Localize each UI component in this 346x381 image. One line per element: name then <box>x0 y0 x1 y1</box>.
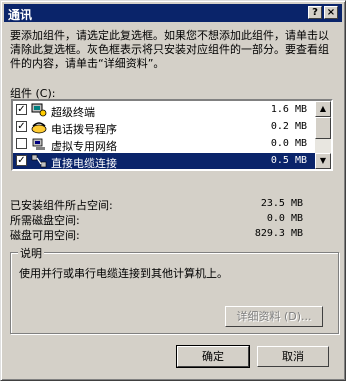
vpn-icon <box>32 138 45 150</box>
list-item-selected[interactable]: ✓ 直接电缆连接 0.5 MB <box>13 153 315 169</box>
required-space-value: 0.0 MB <box>266 213 303 224</box>
phone-dialer-icon <box>31 122 47 134</box>
list-item[interactable]: ✓ 超级终端 1.6 MB <box>13 102 315 119</box>
checkbox[interactable]: ✓ <box>16 104 27 115</box>
intro-text: 要添加组件，请选定此复选框。如果您不想添加此组件，请单击以清除此复选框。灰色框表… <box>10 29 329 70</box>
scroll-down-button[interactable]: ▼ <box>315 153 331 169</box>
terminal-icon <box>31 103 47 117</box>
scroll-thumb[interactable] <box>315 117 331 139</box>
checkbox[interactable]: ✓ <box>16 121 27 132</box>
free-space-label: 磁盘可用空间: <box>10 229 80 242</box>
cancel-button[interactable]: 取消 <box>257 346 329 367</box>
details-button[interactable]: 详细资料 (D)... <box>225 306 323 327</box>
checkbox[interactable]: ✓ <box>16 155 27 166</box>
ok-button[interactable]: 确定 <box>176 345 250 368</box>
list-item[interactable]: 虚拟专用网络 0.0 MB <box>13 136 315 153</box>
dialog-window: 通讯 ? × 要添加组件，请选定此复选框。如果您不想添加此组件，请单击以清除此复… <box>0 0 346 381</box>
component-size: 1.6 MB <box>270 104 307 115</box>
free-space-value: 829.3 MB <box>254 228 303 239</box>
direct-cable-icon <box>31 154 47 168</box>
installed-space-value: 23.5 MB <box>260 198 303 209</box>
installed-space-label: 已安装组件所占空间: <box>10 199 113 212</box>
description-text: 使用并行或串行电缆连接到其他计算机上。 <box>19 267 228 280</box>
component-name: 电话拨号程序 <box>51 123 117 136</box>
component-name: 直接电缆连接 <box>51 157 117 169</box>
component-size: 0.2 MB <box>270 121 307 132</box>
description-title: 说明 <box>18 245 44 261</box>
checkbox[interactable] <box>16 138 27 149</box>
component-size: 0.0 MB <box>270 138 307 149</box>
window-title: 通讯 <box>8 8 33 22</box>
list-scrollbar[interactable]: ▲ ▼ <box>315 101 331 169</box>
list-item[interactable]: ✓ 电话拨号程序 0.2 MB <box>13 119 315 136</box>
title-bar[interactable]: 通讯 ? × <box>4 4 342 22</box>
component-name: 虚拟专用网络 <box>51 140 117 153</box>
close-button[interactable]: × <box>324 6 338 19</box>
required-space-label: 所需磁盘空间: <box>10 214 80 227</box>
component-name: 超级终端 <box>51 106 95 119</box>
component-size: 0.5 MB <box>270 155 307 166</box>
scroll-up-button[interactable]: ▲ <box>315 101 331 117</box>
components-list[interactable]: ✓ 超级终端 1.6 MB ✓ 电话拨号程序 0.2 MB 虚拟专用网络 0.0… <box>11 99 333 171</box>
help-button[interactable]: ? <box>308 6 322 19</box>
